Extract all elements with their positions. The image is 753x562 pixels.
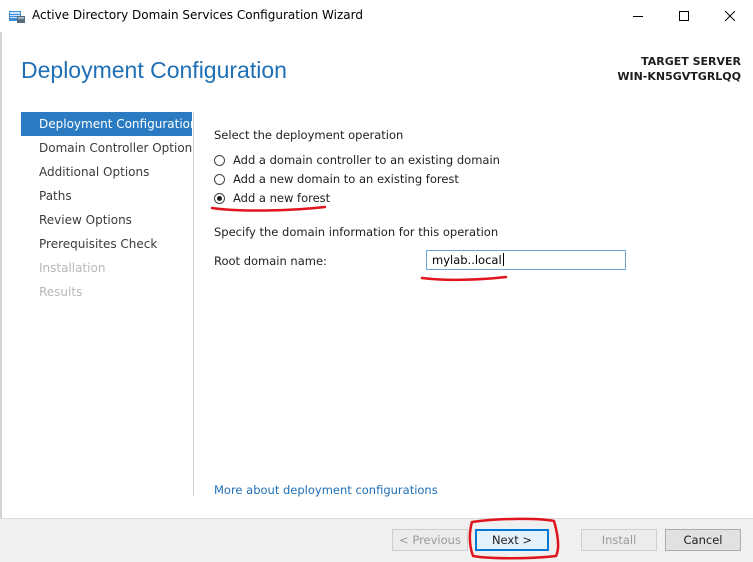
root-domain-label: Root domain name: — [214, 254, 327, 268]
close-button[interactable] — [707, 0, 753, 32]
radio-add-new-forest[interactable] — [214, 192, 225, 204]
radio-add-domain-existing-forest[interactable] — [214, 173, 225, 185]
more-about-deployment-link[interactable]: More about deployment configurations — [214, 483, 438, 497]
text-caret — [502, 253, 504, 266]
close-icon — [725, 11, 735, 21]
cancel-button[interactable]: Cancel — [665, 529, 741, 551]
nav-item-installation: Installation — [39, 261, 106, 275]
option-label: Add a domain controller to an existing d… — [233, 153, 500, 167]
option-label: Add a new forest — [233, 191, 331, 205]
radio-add-dc-existing-domain[interactable] — [214, 154, 225, 166]
window-title: Active Directory Domain Services Configu… — [32, 8, 363, 22]
window-left-border — [0, 0, 2, 561]
install-button[interactable]: Install — [581, 529, 657, 551]
root-domain-value: mylab..local — [432, 253, 502, 267]
annotation-underline-domain — [420, 275, 508, 282]
domain-info-heading: Specify the domain information for this … — [214, 225, 499, 239]
option-add-dc-existing-domain[interactable]: Add a domain controller to an existing d… — [214, 153, 500, 167]
nav-item-paths[interactable]: Paths — [21, 184, 192, 208]
nav-item-deployment-configuration[interactable]: Deployment Configuration — [21, 112, 192, 136]
wizard-nav: Deployment Configuration Domain Controll… — [21, 112, 192, 304]
root-domain-input[interactable]: mylab..local — [426, 250, 626, 270]
operation-heading: Select the deployment operation — [214, 128, 404, 142]
minimize-button[interactable] — [615, 0, 661, 32]
maximize-icon — [679, 11, 689, 21]
option-label: Add a new domain to an existing forest — [233, 172, 459, 186]
nav-item-results: Results — [39, 285, 83, 299]
nav-item-additional-options[interactable]: Additional Options — [21, 160, 192, 184]
maximize-button[interactable] — [661, 0, 707, 32]
target-server-name: WIN-KN5GVTGRLQQ — [617, 70, 741, 83]
target-server-label: TARGET SERVER — [641, 55, 741, 68]
page-title: Deployment Configuration — [21, 57, 287, 83]
option-add-new-forest[interactable]: Add a new forest — [214, 191, 330, 205]
next-button[interactable]: Next > — [475, 529, 549, 551]
minimize-icon — [633, 16, 643, 17]
nav-item-domain-controller-options[interactable]: Domain Controller Options — [21, 136, 192, 160]
nav-divider — [193, 112, 194, 496]
annotation-underline-forest — [210, 205, 327, 212]
title-bar: Active Directory Domain Services Configu… — [0, 0, 753, 32]
nav-item-prerequisites-check[interactable]: Prerequisites Check — [21, 232, 192, 256]
nav-item-review-options[interactable]: Review Options — [21, 208, 192, 232]
option-add-domain-existing-forest[interactable]: Add a new domain to an existing forest — [214, 172, 459, 186]
wizard-window: Active Directory Domain Services Configu… — [0, 0, 753, 562]
previous-button[interactable]: < Previous — [392, 529, 468, 551]
ad-wizard-icon — [8, 8, 26, 24]
